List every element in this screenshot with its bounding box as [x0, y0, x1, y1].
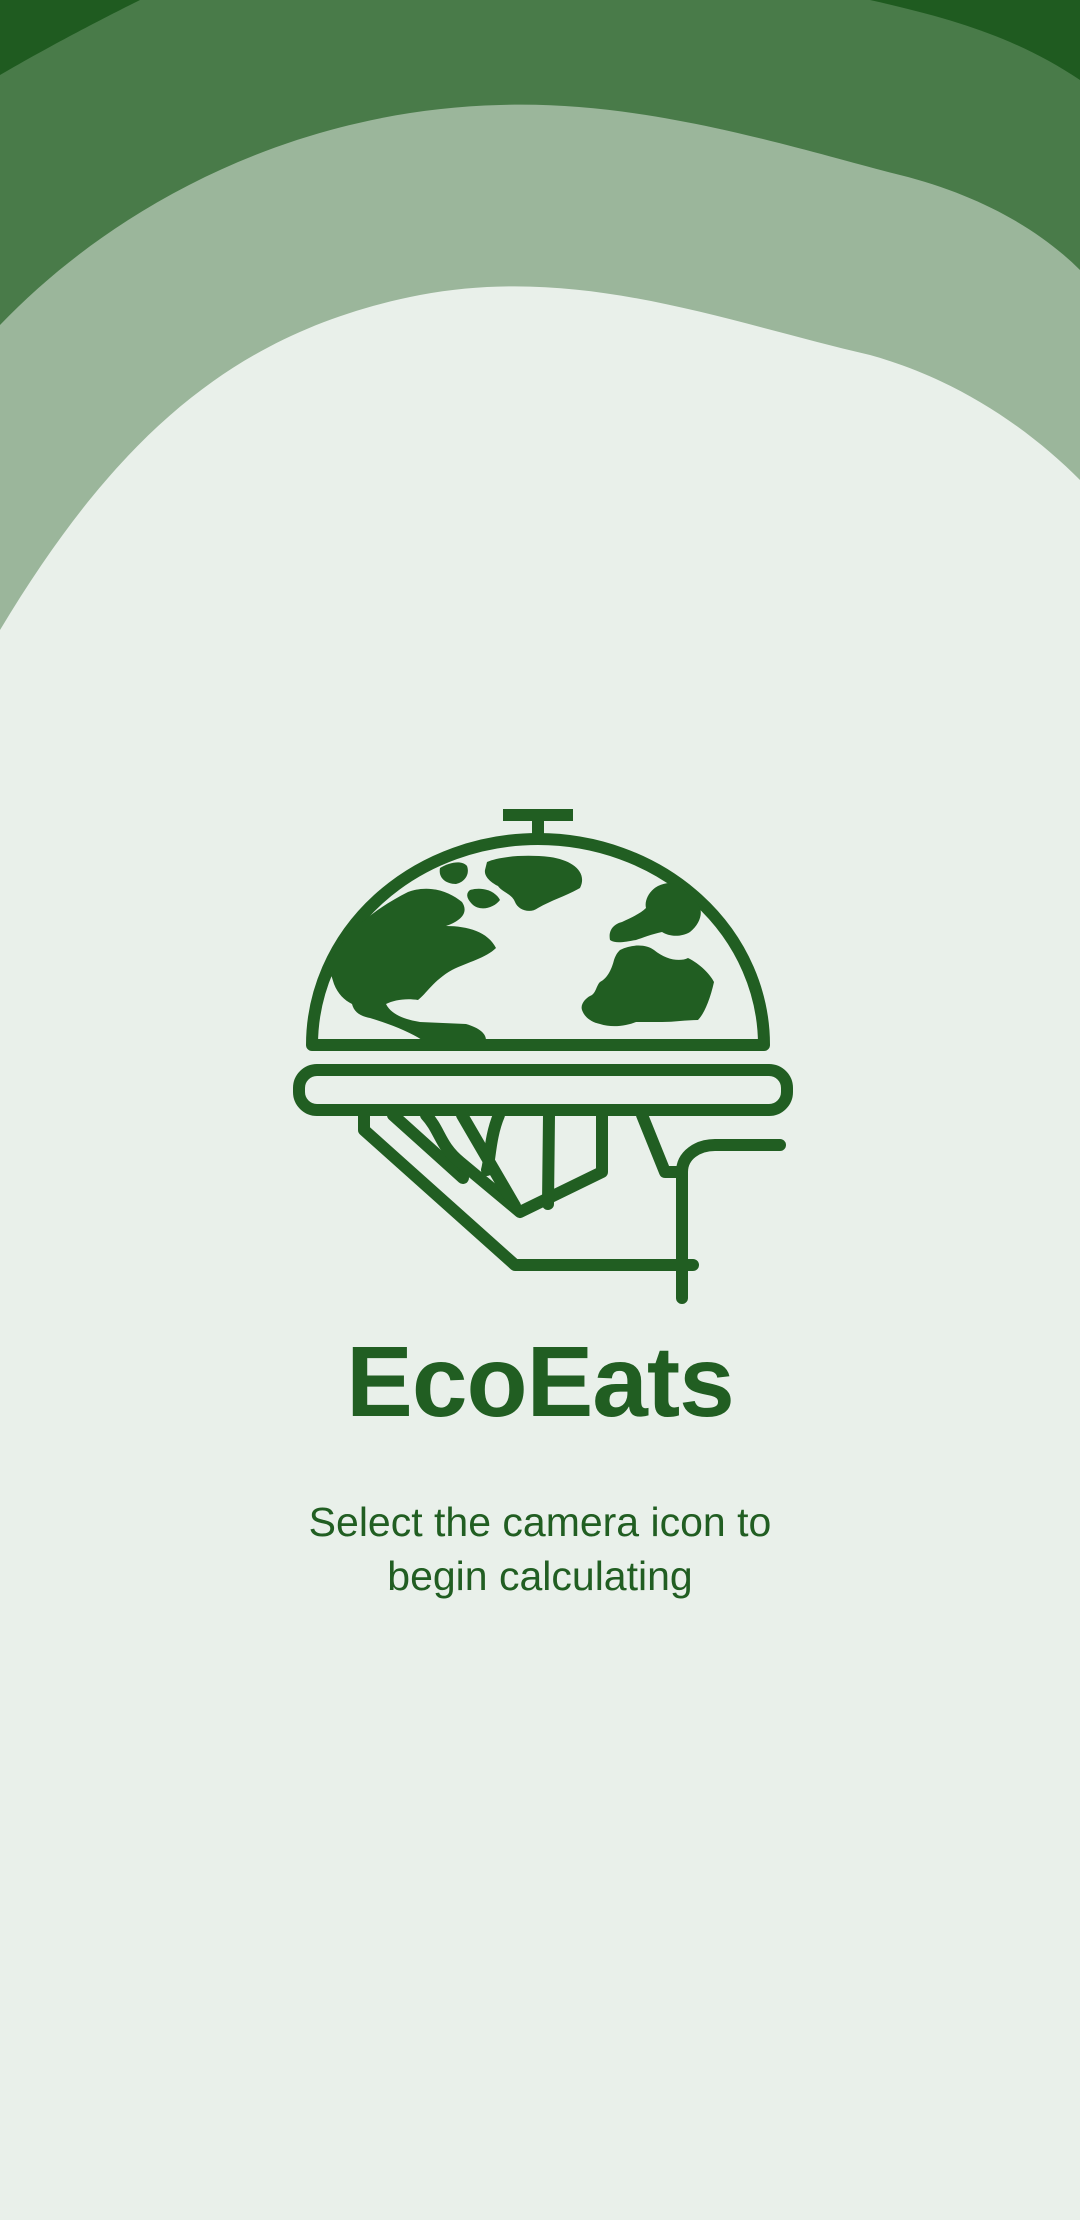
app-title: EcoEats	[346, 1326, 735, 1438]
instruction-text: Select the camera icon to begin calculat…	[308, 1499, 772, 1599]
header-wave-background	[0, 0, 1080, 640]
globe-cloche-serving-hand-icon	[293, 809, 793, 1304]
